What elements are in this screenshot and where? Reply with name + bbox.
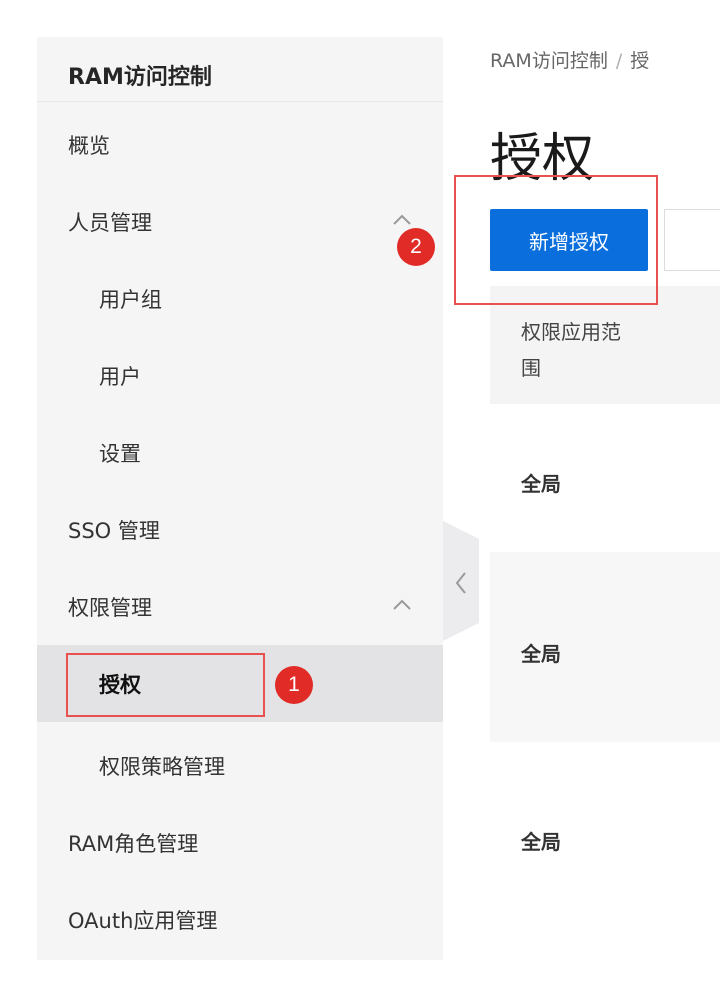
sidebar-item-overview[interactable]: 概览: [37, 106, 443, 183]
sidebar-item-settings[interactable]: 设置: [37, 414, 443, 491]
sidebar-item-label: RAM角色管理: [68, 832, 199, 856]
sidebar-item-policy-management[interactable]: 权限策略管理: [37, 727, 443, 804]
sidebar-item-label: 用户: [99, 365, 141, 389]
sidebar-item-label: 权限策略管理: [99, 755, 225, 779]
sidebar-item-label: 概览: [68, 134, 110, 158]
sidebar-item-label: 设置: [99, 442, 141, 466]
sidebar-collapse-tab[interactable]: [443, 521, 479, 641]
sidebar-item-permission-management[interactable]: 权限管理: [37, 568, 443, 645]
sidebar: RAM访问控制 概览 人员管理 用户组 用户 设置 SSO 管理 权限管理 授权…: [37, 37, 443, 960]
table-row: 全局: [490, 404, 720, 552]
sidebar-item-label: SSO 管理: [68, 519, 160, 543]
table-row: 全局: [490, 552, 720, 742]
sidebar-header: RAM访问控制: [37, 37, 443, 102]
breadcrumb-current: 授: [630, 50, 650, 72]
step-badge-2: 2: [397, 228, 435, 266]
highlight-box-add-button: [454, 175, 658, 305]
breadcrumb: RAM访问控制 / 授: [490, 46, 720, 73]
step-badge-1: 1: [275, 666, 313, 704]
sidebar-item-people-management[interactable]: 人员管理: [37, 183, 443, 260]
sidebar-item-user-groups[interactable]: 用户组: [37, 260, 443, 337]
highlight-box-grants: [66, 653, 265, 717]
table-cell-scope: 全局: [521, 642, 561, 666]
sidebar-item-oauth-app-management[interactable]: OAuth应用管理: [37, 881, 443, 958]
search-input[interactable]: [664, 209, 720, 271]
breadcrumb-separator: /: [615, 50, 623, 72]
sidebar-item-ram-role-management[interactable]: RAM角色管理: [37, 804, 443, 881]
table-cell-scope: 全局: [521, 472, 561, 496]
breadcrumb-root[interactable]: RAM访问控制: [490, 50, 608, 72]
sidebar-title: RAM访问控制: [68, 65, 212, 90]
table-row: 全局: [490, 742, 720, 932]
sidebar-item-users[interactable]: 用户: [37, 337, 443, 414]
column-header-scope: 权限应用范围: [521, 320, 621, 380]
chevron-up-icon[interactable]: [391, 209, 413, 231]
sidebar-item-label: 人员管理: [68, 211, 152, 235]
table-cell-scope: 全局: [521, 830, 561, 854]
sidebar-item-label: OAuth应用管理: [68, 909, 218, 933]
chevron-up-icon[interactable]: [391, 594, 413, 616]
sidebar-item-label: 权限管理: [68, 596, 152, 620]
sidebar-item-label: 用户组: [99, 288, 162, 312]
sidebar-item-sso-management[interactable]: SSO 管理: [37, 491, 443, 568]
